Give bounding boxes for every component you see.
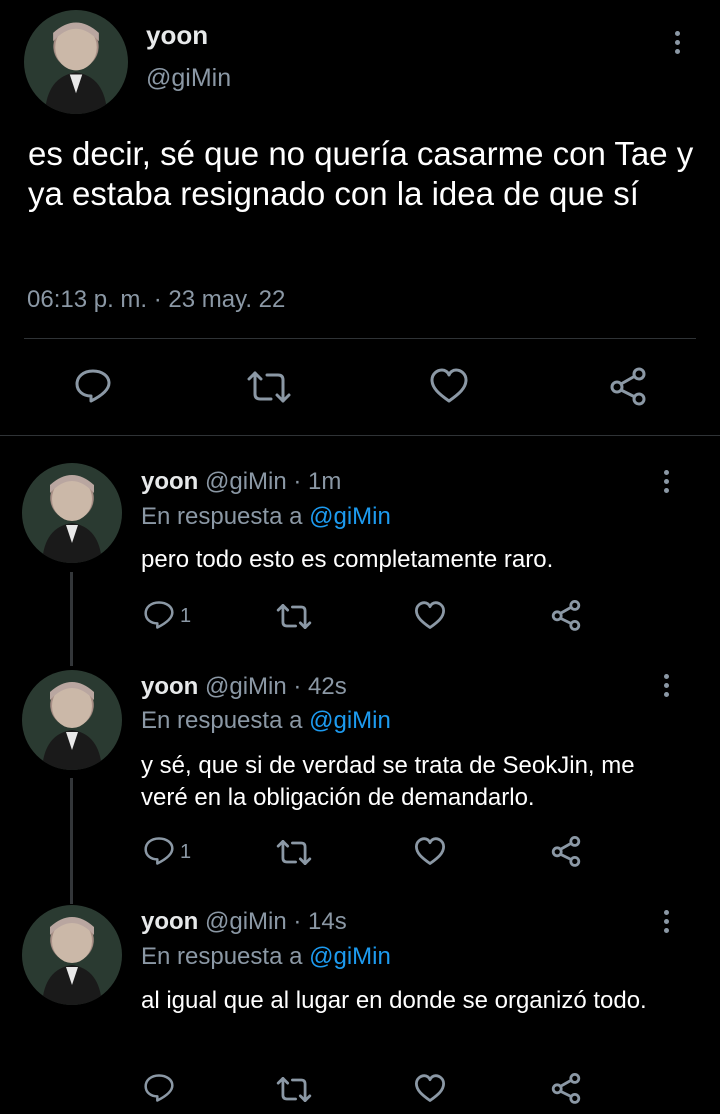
reply-text: y sé, que si de verdad se trata de SeokJ… [141, 752, 635, 811]
author-handle[interactable]: @giMin [146, 64, 231, 93]
in-reply-label: En respuesta a [141, 707, 303, 734]
avatar[interactable] [22, 670, 122, 770]
tweet-text: es decir, sé que no quería casarme con T… [28, 135, 694, 212]
in-reply-to: En respuesta a @giMin [141, 943, 391, 971]
more-options-icon[interactable] [664, 470, 670, 497]
author-name[interactable]: yoon [141, 673, 198, 700]
heart-icon[interactable] [429, 368, 469, 404]
retweet-icon[interactable] [275, 1076, 313, 1103]
share-icon[interactable] [550, 1072, 582, 1104]
retweet-icon[interactable] [245, 370, 293, 404]
handle-time: @giMin · 42s [205, 673, 347, 700]
comment-icon[interactable] [143, 836, 175, 866]
divider [0, 435, 720, 436]
reply-header[interactable]: yoon @giMin · 1m [141, 468, 341, 496]
more-options-icon[interactable] [664, 910, 670, 937]
reply-header[interactable]: yoon @giMin · 14s [141, 908, 347, 936]
author-name[interactable]: yoon [141, 908, 198, 935]
thread-line [70, 572, 73, 666]
comment-icon[interactable] [143, 600, 175, 630]
heart-icon[interactable] [414, 837, 446, 866]
in-reply-to: En respuesta a @giMin [141, 707, 391, 735]
heart-icon[interactable] [414, 1074, 446, 1103]
in-reply-label: En respuesta a [141, 503, 303, 530]
reply-text: al igual que al lugar en donde se organi… [141, 987, 647, 1014]
in-reply-handle-link[interactable]: @giMin [309, 707, 391, 734]
handle-time: @giMin · 14s [205, 908, 347, 935]
handle-time: @giMin · 1m [205, 468, 342, 495]
in-reply-label: En respuesta a [141, 943, 303, 970]
avatar[interactable] [22, 905, 122, 1005]
reply-count: 1 [180, 841, 192, 863]
divider [24, 338, 696, 339]
avatar[interactable] [24, 10, 128, 114]
in-reply-handle-link[interactable]: @giMin [309, 503, 391, 530]
thread-line [70, 778, 73, 904]
retweet-icon[interactable] [275, 839, 313, 866]
comment-icon[interactable] [74, 368, 112, 404]
share-icon[interactable] [550, 599, 582, 631]
comment-icon[interactable] [143, 1073, 175, 1103]
avatar[interactable] [22, 463, 122, 563]
heart-icon[interactable] [414, 601, 446, 630]
more-options-icon[interactable] [664, 674, 670, 701]
reply-header[interactable]: yoon @giMin · 42s [141, 673, 347, 701]
in-reply-to: En respuesta a @giMin [141, 503, 391, 531]
author-name[interactable]: yoon [146, 20, 208, 51]
reply-text: pero todo esto es completamente raro. [141, 546, 554, 573]
in-reply-handle-link[interactable]: @giMin [309, 943, 391, 970]
retweet-icon[interactable] [275, 603, 313, 630]
tweet-timestamp[interactable]: 06:13 p. m. · 23 may. 22 [27, 286, 285, 314]
share-icon[interactable] [608, 366, 648, 406]
share-icon[interactable] [550, 835, 582, 867]
more-options-icon[interactable] [675, 31, 681, 58]
avatar-image [44, 22, 108, 114]
author-name[interactable]: yoon [141, 468, 198, 495]
reply-count: 1 [180, 605, 192, 627]
